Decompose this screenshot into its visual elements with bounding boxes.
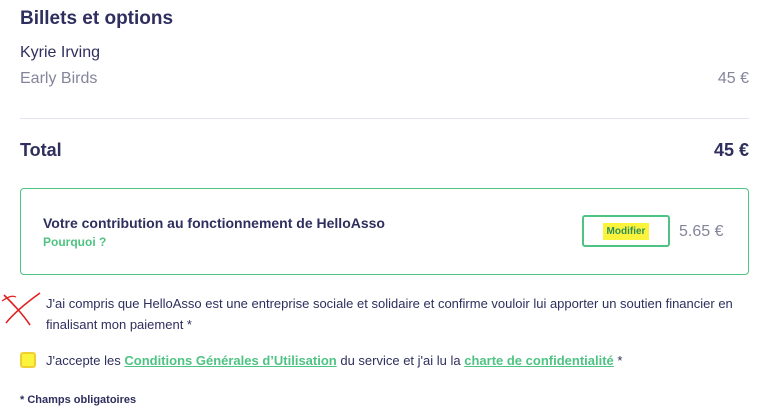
ticket-price: 45 € — [717, 70, 749, 87]
required-fields-note: * Champs obligatoires — [20, 394, 137, 406]
total-label: Total — [20, 140, 62, 160]
accept-prefix: J'accepte les — [46, 353, 125, 368]
accept-suffix: * — [613, 353, 623, 368]
modify-contribution-button[interactable]: Modifier — [582, 215, 670, 247]
privacy-policy-link[interactable]: charte de confidentialité — [464, 353, 614, 368]
attendee-name: Kyrie Irving — [20, 44, 101, 61]
ticket-row: Early Birds 45 € — [20, 70, 749, 88]
red-cross-annotation-icon[interactable] — [0, 289, 44, 329]
divider — [20, 118, 749, 119]
acknowledge-text: J'ai compris que HelloAsso est une entre… — [46, 296, 733, 332]
cgu-link[interactable]: Conditions Générales d’Utilisation — [124, 353, 336, 368]
total-row: Total 45 € — [20, 140, 749, 161]
accept-terms-text: J'accepte les Conditions Générales d’Uti… — [46, 350, 755, 371]
accept-middle: du service et j'ai lu la — [336, 353, 465, 368]
modify-button-label: Modifier — [602, 222, 650, 240]
contribution-title: Votre contribution au fonctionnement de … — [43, 215, 385, 231]
accept-terms-checkbox[interactable] — [20, 352, 36, 368]
ticket-name: Early Birds — [20, 70, 98, 87]
total-value: 45 € — [713, 140, 749, 160]
section-title: Billets et options — [20, 8, 174, 29]
contribution-box: Votre contribution au fonctionnement de … — [20, 188, 749, 275]
contribution-why-link[interactable]: Pourquoi ? — [43, 235, 106, 249]
contribution-amount: 5.65 € — [679, 223, 724, 240]
